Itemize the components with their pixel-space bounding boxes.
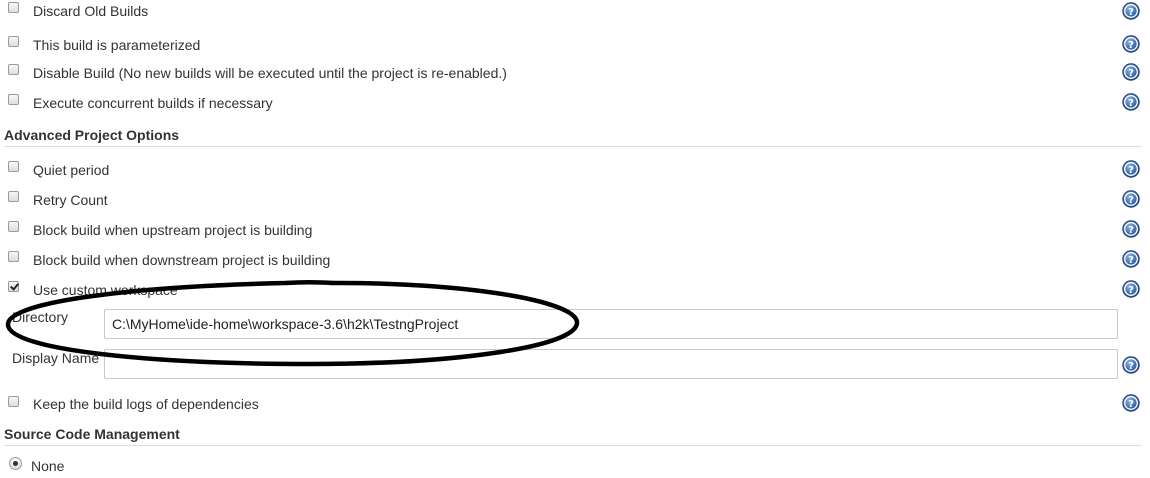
advanced-options-heading: Advanced Project Options bbox=[4, 127, 180, 143]
scm-divider bbox=[4, 445, 1141, 446]
option-label: Execute concurrent builds if necessary bbox=[33, 95, 273, 111]
custom-workspace-checkbox[interactable] bbox=[8, 281, 19, 292]
advanced-divider bbox=[4, 146, 1141, 147]
help-icon[interactable] bbox=[1122, 220, 1140, 238]
option-disable-build: Disable Build (No new builds will be exe… bbox=[0, 62, 1150, 84]
quiet-period-checkbox[interactable] bbox=[8, 161, 19, 172]
option-label: Keep the build logs of dependencies bbox=[33, 396, 259, 412]
option-block-downstream: Block build when downstream project is b… bbox=[0, 249, 1150, 271]
option-block-upstream: Block build when upstream project is bui… bbox=[0, 219, 1150, 241]
option-label: Quiet period bbox=[33, 162, 110, 178]
directory-label: Directory bbox=[12, 309, 69, 325]
option-parameterized: This build is parameterized bbox=[0, 34, 1150, 56]
help-icon[interactable] bbox=[1122, 93, 1140, 111]
help-icon[interactable] bbox=[1122, 35, 1140, 53]
keep-build-logs-checkbox[interactable] bbox=[8, 396, 19, 407]
scm-heading: Source Code Management bbox=[4, 426, 180, 442]
option-concurrent-builds: Execute concurrent builds if necessary bbox=[0, 92, 1150, 114]
help-icon[interactable] bbox=[1122, 63, 1140, 81]
disable-build-checkbox[interactable] bbox=[8, 64, 19, 75]
help-icon[interactable] bbox=[1122, 2, 1140, 20]
retry-count-checkbox[interactable] bbox=[8, 191, 19, 202]
option-label: Retry Count bbox=[33, 192, 108, 208]
help-icon[interactable] bbox=[1122, 190, 1140, 208]
help-icon[interactable] bbox=[1122, 250, 1140, 268]
option-label: Block build when upstream project is bui… bbox=[33, 222, 313, 238]
option-quiet-period: Quiet period bbox=[0, 159, 1150, 181]
display-name-input[interactable] bbox=[104, 349, 1118, 379]
option-label: None bbox=[31, 458, 65, 474]
scm-none-radio[interactable] bbox=[9, 457, 22, 470]
help-icon[interactable] bbox=[1122, 394, 1140, 412]
help-icon[interactable] bbox=[1122, 160, 1140, 178]
option-label: Discard Old Builds bbox=[33, 3, 149, 19]
option-retry-count: Retry Count bbox=[0, 189, 1150, 211]
help-icon[interactable] bbox=[1122, 356, 1140, 374]
scm-option-none: None bbox=[0, 455, 1150, 477]
concurrent-builds-checkbox[interactable] bbox=[8, 94, 19, 105]
option-custom-workspace: Use custom workspace bbox=[0, 279, 1150, 301]
option-keep-build-logs: Keep the build logs of dependencies bbox=[0, 393, 1150, 415]
discard-old-builds-checkbox[interactable] bbox=[8, 2, 19, 13]
directory-input[interactable] bbox=[104, 309, 1118, 339]
option-label: Use custom workspace bbox=[33, 282, 178, 298]
block-upstream-checkbox[interactable] bbox=[8, 221, 19, 232]
option-label: Disable Build (No new builds will be exe… bbox=[33, 65, 507, 81]
parameterized-checkbox[interactable] bbox=[8, 36, 19, 47]
block-downstream-checkbox[interactable] bbox=[8, 251, 19, 262]
help-icon[interactable] bbox=[1122, 280, 1140, 298]
option-label: This build is parameterized bbox=[33, 37, 201, 53]
display-name-label: Display Name bbox=[12, 350, 100, 366]
option-discard-old-builds: Discard Old Builds bbox=[0, 0, 1150, 22]
option-label: Block build when downstream project is b… bbox=[33, 252, 331, 268]
